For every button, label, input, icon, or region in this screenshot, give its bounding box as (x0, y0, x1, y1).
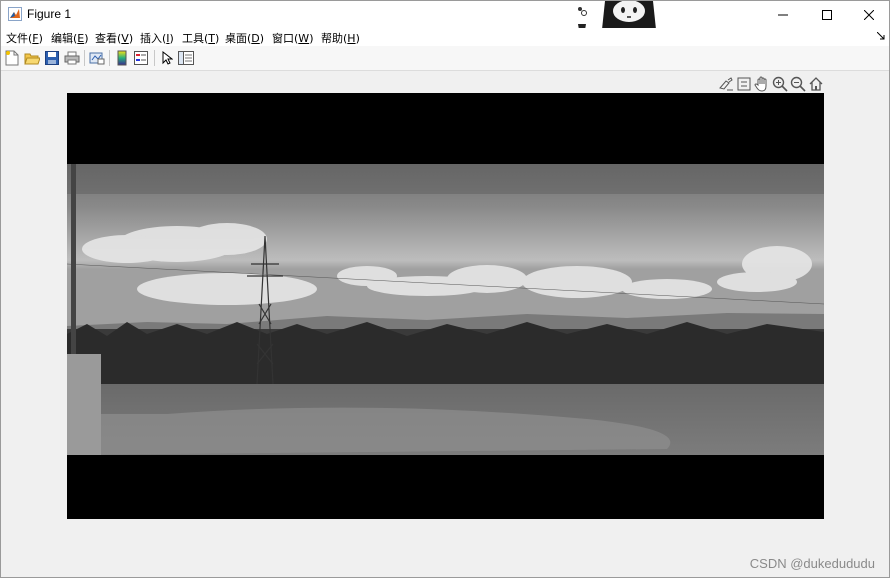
menu-desktop-end: ) (259, 32, 265, 45)
pan-icon (754, 76, 767, 92)
menu-edit-label: 编辑( (51, 32, 78, 45)
menu-view-accel: V (121, 32, 129, 45)
minimize-icon (778, 14, 788, 15)
open-file-button[interactable] (23, 49, 41, 67)
minimize-button[interactable] (761, 1, 805, 28)
menu-view-end: ) (128, 32, 134, 45)
menu-tools-label: 工具( (182, 32, 209, 45)
insert-colorbar-button[interactable] (113, 49, 131, 67)
print-button[interactable] (63, 49, 81, 67)
toolbar-separator (109, 50, 110, 66)
close-button[interactable] (847, 1, 890, 28)
window-title: Figure 1 (27, 7, 72, 21)
menu-desktop[interactable]: 桌面(D) (225, 30, 264, 46)
figure-toolbar (1, 46, 889, 71)
edit-plot-pointer-icon (162, 51, 173, 65)
restore-view-button[interactable] (807, 75, 825, 93)
menu-insert-end: ) (169, 32, 174, 45)
new-figure-icon (5, 50, 19, 66)
save-icon (45, 51, 59, 65)
menu-tools-end: ) (215, 32, 220, 45)
menu-insert-label: 插入( (140, 32, 167, 45)
insert-legend-icon (134, 51, 148, 65)
menu-file-label: 文件( (6, 32, 33, 45)
zoom-in-icon (772, 76, 788, 92)
zoom-out-button[interactable] (789, 75, 807, 93)
zoom-in-button[interactable] (771, 75, 789, 93)
menu-edit[interactable]: 编辑(E) (51, 30, 89, 46)
menu-window-label: 窗口( (272, 32, 299, 45)
brush-icon (719, 77, 733, 91)
menu-desktop-label: 桌面( (225, 32, 252, 45)
menu-bar: 文件(F) 编辑(E) 查看(V) 插入(I) 工具(T) 桌面(D) 窗口(W… (1, 28, 889, 46)
new-figure-button[interactable] (3, 49, 21, 67)
menu-insert[interactable]: 插入(I) (140, 30, 174, 46)
open-file-icon (24, 53, 40, 65)
print-icon (64, 51, 80, 65)
toolbar-separator (84, 50, 85, 66)
matlab-logo-icon (8, 7, 22, 21)
menu-help-accel: H (347, 32, 356, 45)
menu-help-label: 帮助( (321, 32, 348, 45)
menu-file[interactable]: 文件(F) (6, 30, 43, 46)
landscape-image (67, 164, 824, 455)
maximize-button[interactable] (805, 1, 849, 28)
data-tips-icon (737, 77, 751, 91)
pan-button[interactable] (753, 75, 771, 93)
maximize-icon (822, 9, 832, 20)
menu-view-label: 查看( (95, 32, 122, 45)
insert-colorbar-icon (117, 50, 127, 66)
menu-help[interactable]: 帮助(H) (321, 30, 360, 46)
brush-button[interactable] (717, 75, 735, 93)
menu-file-end: ) (38, 32, 43, 45)
title-bar[interactable]: Figure 1 (1, 1, 890, 39)
link-plot-icon (89, 52, 105, 65)
landscape-photo (67, 164, 824, 455)
edit-plot-button[interactable] (158, 49, 176, 67)
dock-arrow-icon[interactable] (877, 32, 885, 40)
zoom-out-icon (790, 76, 806, 92)
menu-window[interactable]: 窗口(W) (272, 30, 313, 46)
figure-axes[interactable] (67, 93, 824, 519)
menu-window-end: ) (309, 32, 314, 45)
toolbar-separator (154, 50, 155, 66)
menu-view[interactable]: 查看(V) (95, 30, 133, 46)
menu-window-accel: W (298, 32, 310, 45)
save-button[interactable] (43, 49, 61, 67)
data-tips-button[interactable] (735, 75, 753, 93)
link-plot-button[interactable] (88, 49, 106, 67)
menu-tools[interactable]: 工具(T) (182, 30, 219, 46)
restore-view-icon (809, 77, 823, 91)
property-inspector-button[interactable] (177, 49, 195, 67)
menu-help-end: ) (355, 32, 360, 45)
property-inspector-icon (178, 51, 194, 65)
insert-legend-button[interactable] (132, 49, 150, 67)
csdn-watermark: CSDN @dukedududu (749, 556, 875, 571)
figure-window: Figure 1 文件(F) 编辑(E) 查看(V) 插入(I) 工具(T) 桌… (0, 0, 890, 578)
menu-edit-end: ) (84, 32, 89, 45)
close-icon (864, 9, 874, 20)
menu-desktop-accel: D (251, 32, 260, 45)
